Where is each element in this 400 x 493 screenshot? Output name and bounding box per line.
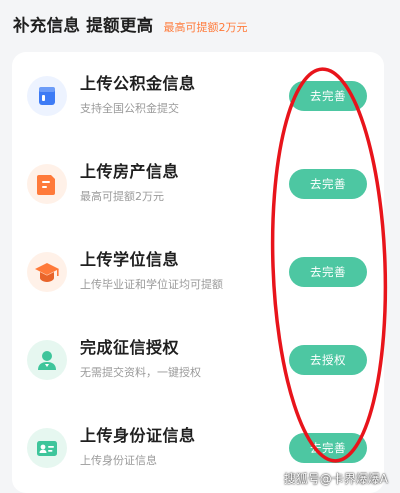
item-subtitle: 上传身份证信息 [80, 454, 157, 467]
complete-id-card-button[interactable]: 去完善 [289, 433, 367, 463]
complete-housing-fund-button[interactable]: 去完善 [289, 81, 367, 111]
item-title: 上传房产信息 [80, 162, 180, 181]
authorize-credit-button[interactable]: 去授权 [289, 345, 367, 375]
item-title: 上传身份证信息 [80, 426, 196, 445]
item-subtitle: 支持全国公积金提交 [80, 102, 179, 115]
id-card-icon [27, 428, 67, 468]
user-authorization-icon [27, 340, 67, 380]
property-document-icon [27, 164, 67, 204]
list-item-property: 上传房产信息 最高可提额2万元 去完善 [12, 140, 384, 228]
item-subtitle: 最高可提额2万元 [80, 190, 164, 203]
watermark: 搜狐号@卡界爆爆A [283, 472, 388, 486]
info-card: 上传公积金信息 支持全国公积金提交 去完善 上传房产信息 最高可提额2万元 去完… [12, 52, 384, 493]
housing-fund-card-icon [27, 76, 67, 116]
item-subtitle: 无需提交资料，一键授权 [80, 366, 201, 379]
section-subtitle: 最高可提额2万元 [163, 21, 248, 34]
section-title: 补充信息 提额更高 [13, 16, 154, 35]
graduation-cap-icon [27, 252, 67, 292]
complete-property-button[interactable]: 去完善 [289, 169, 367, 199]
list-item-credit-authorization: 完成征信授权 无需提交资料，一键授权 去授权 [12, 316, 384, 404]
item-title: 上传学位信息 [80, 250, 180, 269]
list-item-housing-fund: 上传公积金信息 支持全国公积金提交 去完善 [12, 52, 384, 140]
section-header: 补充信息 提额更高 最高可提额2万元 [13, 12, 247, 36]
item-subtitle: 上传毕业证和学位证均可提额 [80, 278, 223, 291]
list-item-degree: 上传学位信息 上传毕业证和学位证均可提额 去完善 [12, 228, 384, 316]
item-title: 完成征信授权 [80, 338, 180, 357]
complete-degree-button[interactable]: 去完善 [289, 257, 367, 287]
item-title: 上传公积金信息 [80, 74, 196, 93]
